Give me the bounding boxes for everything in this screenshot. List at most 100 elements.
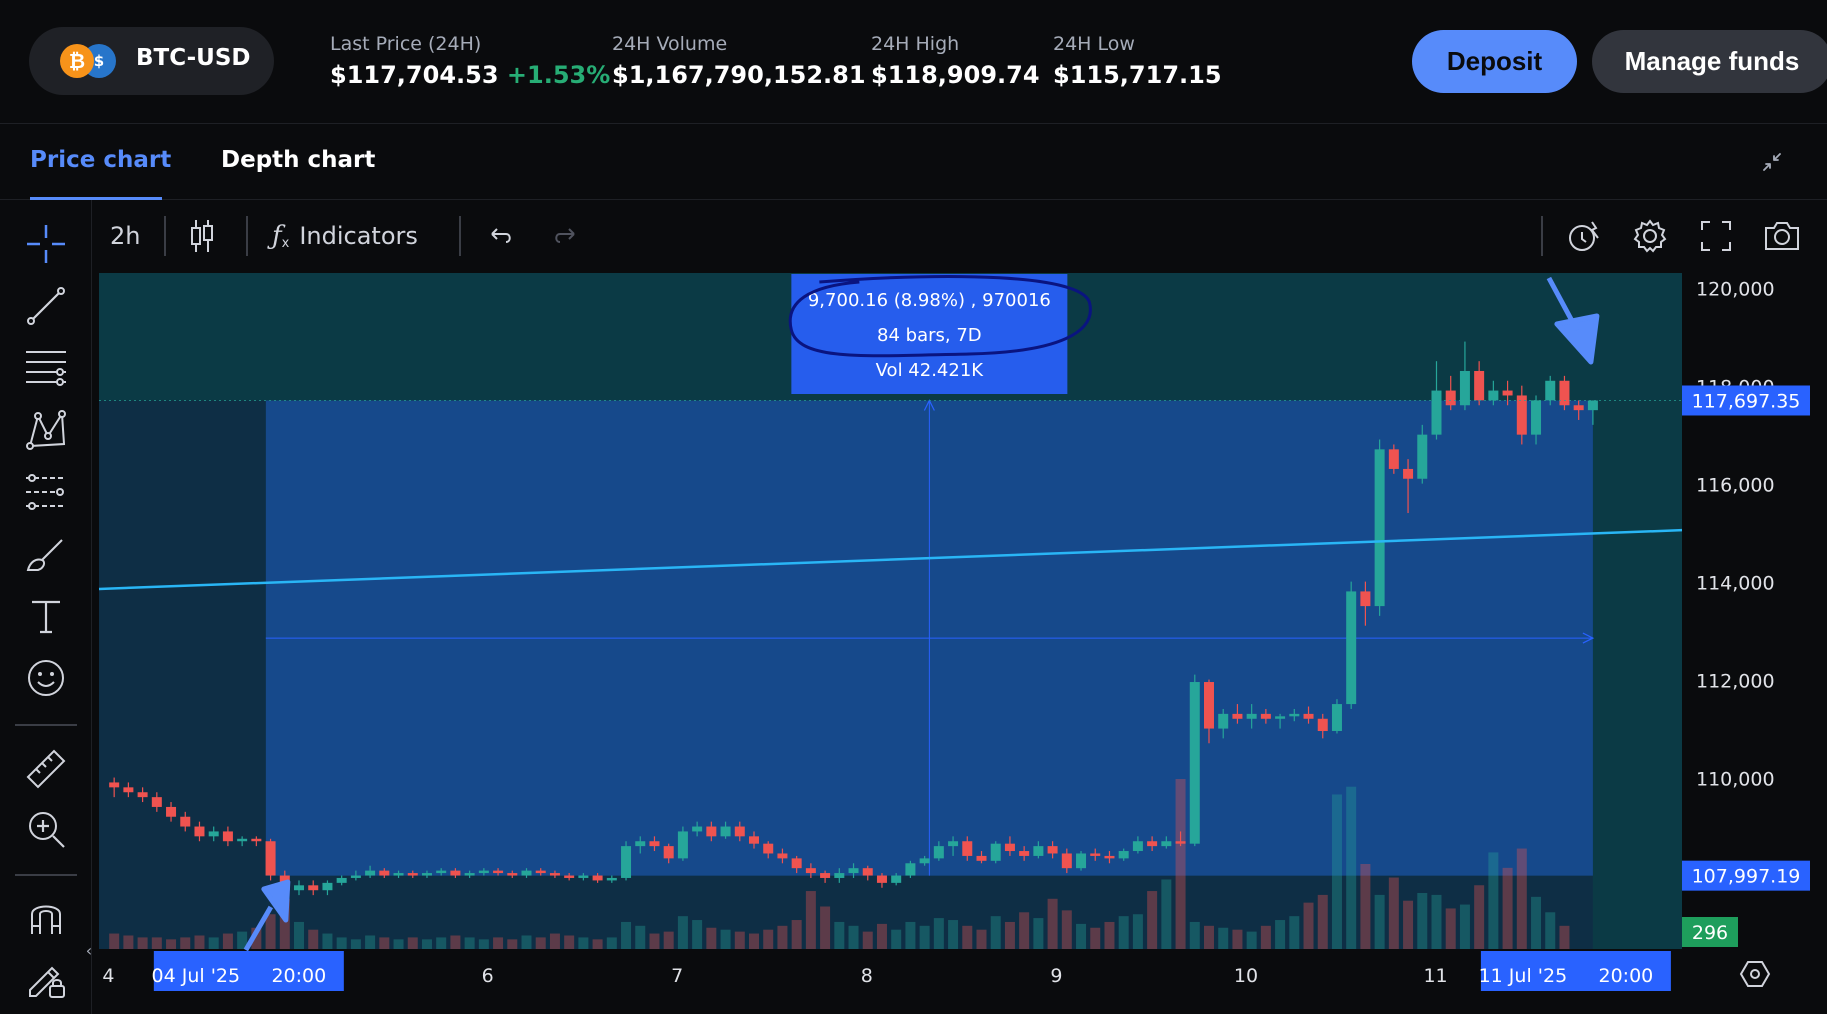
candle[interactable] [734,826,745,837]
candle[interactable] [350,875,361,878]
alert-icon[interactable] [1566,216,1602,256]
candle[interactable] [1090,853,1101,856]
interval-selector[interactable]: 2h [110,216,140,256]
candle[interactable] [1019,851,1030,856]
candle[interactable] [1118,851,1129,859]
candle[interactable] [393,873,404,876]
tab-depth-chart[interactable]: Depth chart [221,147,375,173]
redo-icon[interactable] [550,216,582,256]
candle[interactable] [1445,390,1456,406]
candle[interactable] [805,868,816,874]
screenshot-icon[interactable] [1762,216,1802,256]
candle[interactable] [763,843,774,854]
candle[interactable] [1417,434,1428,479]
candle[interactable] [578,875,589,878]
candle[interactable] [663,846,674,859]
candle[interactable] [109,782,120,788]
candle[interactable] [1374,449,1385,607]
collapse-icon[interactable] [1760,150,1784,174]
candle[interactable] [990,843,1001,861]
manage-funds-button[interactable]: Manage funds [1592,30,1827,93]
candle[interactable] [1431,390,1442,435]
candle[interactable] [1573,405,1584,411]
candle[interactable] [905,863,916,876]
candle[interactable] [791,858,802,869]
candle[interactable] [948,841,959,847]
candle[interactable] [407,873,418,876]
candle[interactable] [649,841,660,847]
candle[interactable] [336,877,347,883]
candle[interactable] [606,877,617,881]
candle[interactable] [265,841,276,876]
candle[interactable] [549,873,560,876]
candle[interactable] [891,875,902,883]
scroll-left-icon[interactable]: ‹ [86,941,92,960]
candle[interactable] [1147,841,1158,847]
candle[interactable] [1502,390,1513,396]
candle[interactable] [308,885,319,891]
candle-type-icon[interactable] [188,216,216,256]
candle[interactable] [1531,400,1542,435]
candle[interactable] [564,875,575,878]
candle[interactable] [1004,843,1015,852]
candle[interactable] [151,797,162,807]
candle[interactable] [976,855,987,861]
candle[interactable] [592,875,603,881]
candle[interactable] [1076,853,1087,869]
candle[interactable] [1218,713,1229,729]
candle[interactable] [1403,468,1414,479]
candle[interactable] [1246,713,1257,719]
candle[interactable] [677,831,688,859]
candle[interactable] [720,826,731,837]
candle[interactable] [1360,591,1371,607]
candle[interactable] [933,846,944,859]
price-chart-area[interactable]: 9,700.16 (8.98%) , 970016 84 bars, 7D Vol … [0,272,1827,1014]
candle[interactable] [1189,682,1200,844]
candle[interactable] [1317,718,1328,732]
candle[interactable] [507,873,518,876]
candle[interactable] [1104,855,1115,859]
candle[interactable] [919,858,930,864]
candle[interactable] [535,870,546,874]
candle[interactable] [493,870,504,874]
candle[interactable] [294,885,305,891]
candle[interactable] [450,870,461,876]
candle[interactable] [1033,846,1044,856]
candle[interactable] [1516,395,1527,435]
candle[interactable] [365,870,376,876]
undo-icon[interactable] [484,216,516,256]
candle[interactable] [208,831,219,837]
candle[interactable] [1275,716,1286,719]
candle[interactable] [820,873,831,878]
candle[interactable] [1260,713,1271,719]
candle[interactable] [1289,713,1300,717]
candle[interactable] [777,853,788,859]
candle[interactable] [436,870,447,874]
candle[interactable] [1061,853,1072,869]
candle[interactable] [478,870,489,874]
candle[interactable] [834,873,845,878]
candle[interactable] [521,870,532,876]
pair-selector[interactable]: $ ₿ BTC-USD [29,27,274,95]
candle[interactable] [862,868,873,876]
candle[interactable] [1331,704,1342,732]
candle[interactable] [1132,841,1143,852]
candle[interactable] [848,868,859,874]
candle[interactable] [1232,713,1243,719]
candle[interactable] [1303,713,1314,719]
candle[interactable] [1161,841,1172,847]
candle[interactable] [1488,390,1499,401]
price-chart[interactable]: 9,700.16 (8.98%) , 970016 84 bars, 7D Vol … [0,272,1827,1014]
candle[interactable] [123,787,134,793]
candle[interactable] [1175,841,1186,844]
candle[interactable] [194,826,205,837]
candle[interactable] [692,826,703,832]
candle[interactable] [1388,449,1399,469]
tab-price-chart[interactable]: Price chart [30,147,171,173]
candle[interactable] [962,841,973,856]
candle[interactable] [379,870,390,876]
candle[interactable] [237,838,248,842]
candle[interactable] [1047,846,1058,854]
candle[interactable] [137,792,148,798]
candle[interactable] [1587,400,1598,411]
